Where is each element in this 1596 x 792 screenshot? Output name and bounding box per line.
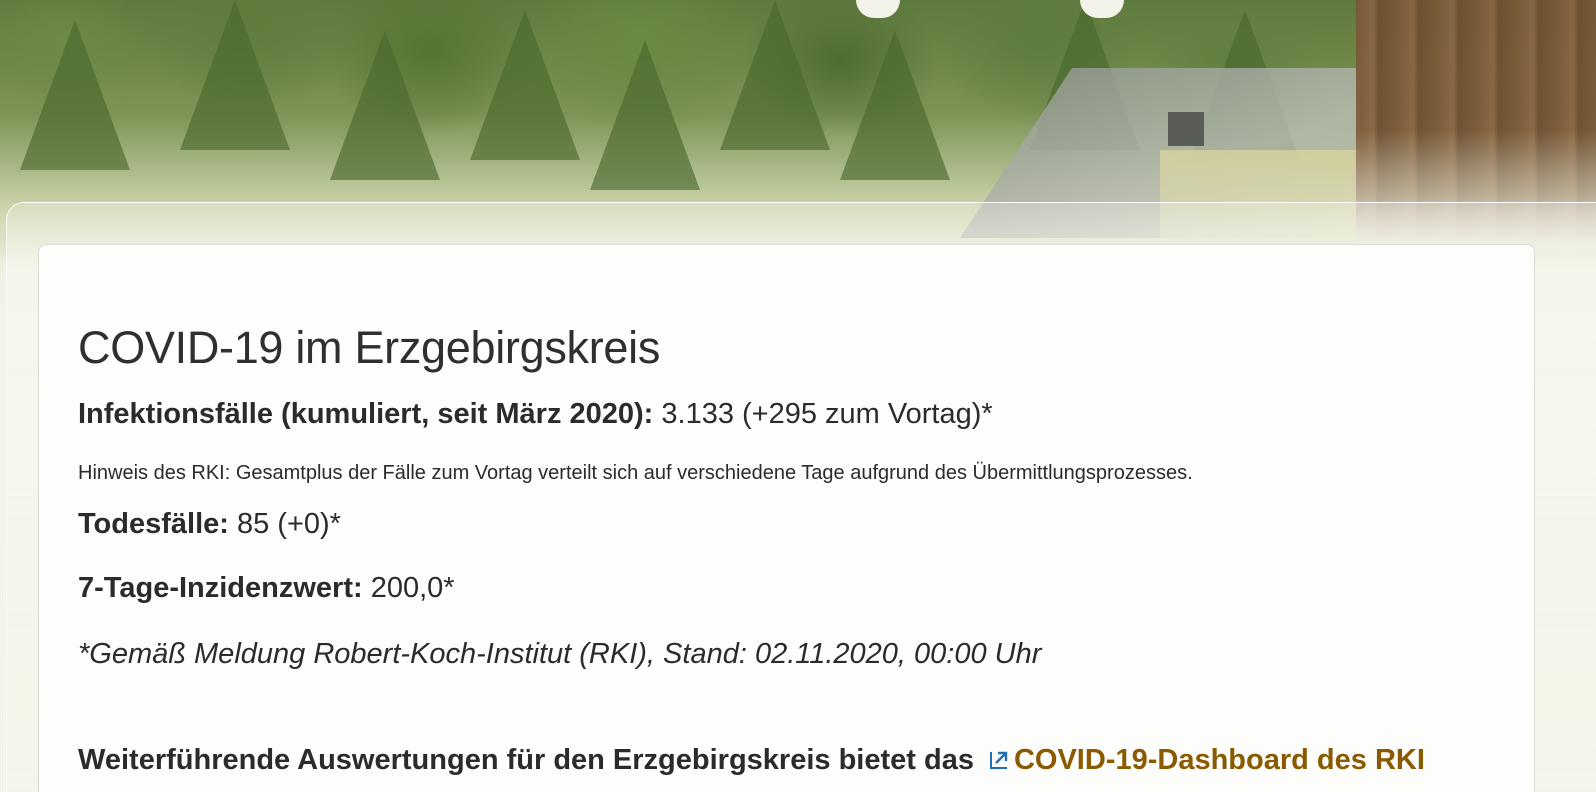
external-link-icon: [988, 749, 1010, 771]
tree-shape: [330, 30, 440, 180]
logo-fragment: [856, 0, 900, 18]
further-analysis-line: Weiterführende Auswertungen für den Erzg…: [78, 744, 1425, 777]
rki-dashboard-link[interactable]: COVID-19-Dashboard des RKI: [1014, 744, 1425, 776]
deaths-line: Todesfälle: 85 (+0)*: [78, 508, 341, 541]
building-chimney: [1168, 112, 1204, 146]
infections-label: Infektionsfälle (kumuliert, seit März 20…: [78, 398, 654, 430]
tree-shape: [20, 20, 130, 170]
tree-shape: [840, 30, 950, 180]
tree-shape: [590, 40, 700, 190]
incidence-value: 200,0*: [362, 572, 455, 604]
incidence-label: 7-Tage-Inzidenzwert:: [78, 572, 363, 604]
tree-shape: [180, 0, 290, 150]
tree-shape: [720, 0, 830, 150]
deaths-value: 85 (+0)*: [228, 508, 341, 540]
source-note: *Gemäß Meldung Robert-Koch-Institut (RKI…: [78, 638, 1042, 670]
infections-line: Infektionsfälle (kumuliert, seit März 20…: [78, 398, 993, 431]
incidence-line: 7-Tage-Inzidenzwert: 200,0*: [78, 572, 455, 605]
tree-shape: [470, 10, 580, 160]
infections-value: 3.133 (+295 zum Vortag)*: [653, 398, 993, 430]
rki-hint: Hinweis des RKI: Gesamtplus der Fälle zu…: [78, 462, 1193, 484]
further-analysis-text: Weiterführende Auswertungen für den Erzg…: [78, 744, 974, 776]
page-title: COVID-19 im Erzgebirgskreis: [78, 322, 661, 373]
deaths-label: Todesfälle:: [78, 508, 229, 540]
